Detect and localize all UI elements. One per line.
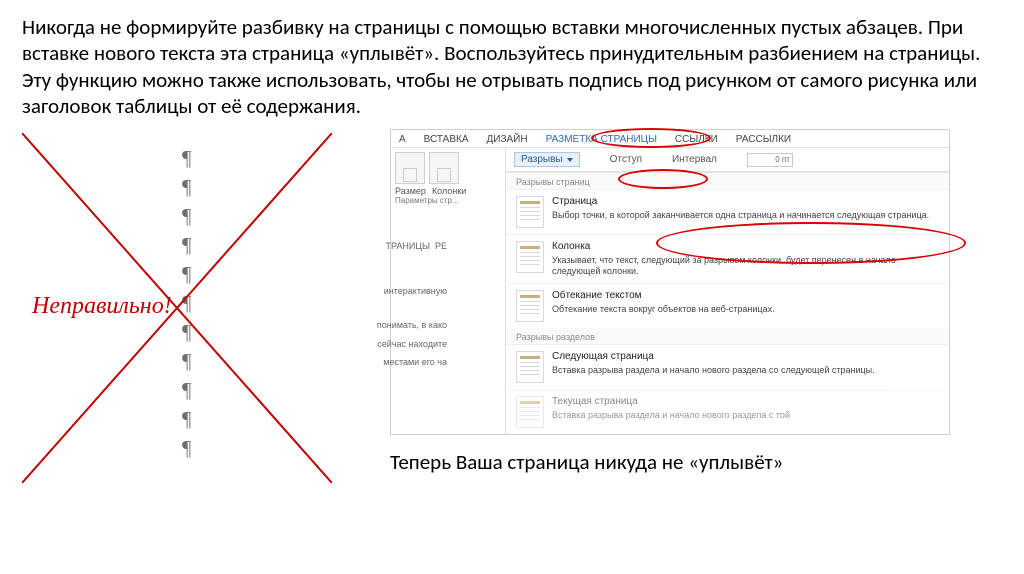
menu-item-column[interactable]: Колонка Указывает, что текст, следующий …: [506, 234, 949, 283]
caption: Теперь Ваша страница никуда не «уплывёт»: [390, 449, 970, 475]
tab-references[interactable]: ССЫЛКИ: [673, 134, 720, 145]
breaks-menu: Разрывы страниц Страница Выбор точки, в …: [506, 172, 949, 434]
spacing-stepper[interactable]: 0 пт: [747, 153, 793, 167]
main-paragraph: Никогда не формируйте разбивку на страни…: [22, 14, 982, 119]
ribbon-tabs: А ВСТАВКА ДИЗАЙН РАЗМЕТКА СТРАНИЦЫ ССЫЛК…: [391, 130, 949, 148]
pilcrow-icon: ¶: [182, 375, 192, 404]
menu-item-next-page[interactable]: Следующая страница Вставка разрыва разде…: [506, 344, 949, 389]
pilcrow-icon: ¶: [182, 143, 192, 172]
tab-mailings[interactable]: РАССЫЛКИ: [734, 134, 793, 145]
page-break-icon: [516, 196, 544, 228]
tab-design[interactable]: ДИЗАЙН: [485, 134, 530, 145]
pilcrow-icon: ¶: [182, 317, 192, 346]
pilcrow-icon: ¶: [182, 433, 192, 462]
pilcrow-icon: ¶: [182, 404, 192, 433]
menu-item-title: Текущая страница: [552, 396, 790, 409]
menu-item-desc: Вставка разрыва раздела и начало нового …: [552, 410, 790, 420]
breaks-button[interactable]: Разрывы: [514, 152, 580, 167]
menu-item-page[interactable]: Страница Выбор точки, в которой заканчив…: [506, 189, 949, 234]
tab-page-layout[interactable]: РАЗМЕТКА СТРАНИЦЫ: [544, 134, 659, 145]
menu-item-title: Страница: [552, 196, 929, 209]
menu-item-current-page[interactable]: Текущая страница Вставка разрыва раздела…: [506, 389, 949, 434]
breaks-label: Разрывы: [521, 154, 563, 165]
size-button[interactable]: Размер: [395, 186, 426, 196]
menu-item-title: Обтекание текстом: [552, 290, 775, 303]
column-break-icon: [516, 241, 544, 273]
section-break-icon: [516, 396, 544, 428]
menu-item-desc: Вставка разрыва раздела и начало нового …: [552, 365, 875, 375]
pilcrow-icon: ¶: [182, 288, 192, 317]
empty-paragraph-marks: ¶ ¶ ¶ ¶ ¶ ¶ ¶ ¶ ¶ ¶ ¶: [182, 143, 192, 462]
margins-button[interactable]: [395, 152, 425, 184]
group-label: Параметры стр...: [395, 196, 501, 205]
text-wrap-icon: [516, 290, 544, 322]
columns-button[interactable]: Колонки: [432, 186, 466, 196]
menu-section-sections: Разрывы разделов: [506, 328, 949, 344]
menu-item-title: Следующая страница: [552, 351, 875, 364]
menu-item-text-wrapping[interactable]: Обтекание текстом Обтекание текста вокру…: [506, 283, 949, 328]
menu-item-desc: Указывает, что текст, следующий за разры…: [552, 255, 896, 276]
pilcrow-icon: ¶: [182, 259, 192, 288]
chevron-down-icon: [567, 158, 573, 162]
tab-insert[interactable]: ВСТАВКА: [422, 134, 471, 145]
menu-item-desc: Обтекание текста вокруг объектов на веб-…: [552, 304, 775, 314]
page-icon: [403, 168, 417, 182]
interval-label: Интервал: [672, 154, 717, 165]
tab-home[interactable]: А: [397, 134, 408, 145]
menu-item-desc: Выбор точки, в которой заканчивается одн…: [552, 210, 929, 220]
section-break-icon: [516, 351, 544, 383]
page-setup-group: Размер Колонки Параметры стр...: [391, 148, 506, 434]
pilcrow-icon: ¶: [182, 172, 192, 201]
menu-item-title: Колонка: [552, 241, 939, 254]
orientation-button[interactable]: [429, 152, 459, 184]
pilcrow-icon: ¶: [182, 201, 192, 230]
page-icon: [437, 168, 451, 182]
wrong-example: ¶ ¶ ¶ ¶ ¶ ¶ ¶ ¶ ¶ ¶ ¶ Неправильно!: [22, 133, 332, 483]
pilcrow-icon: ¶: [182, 230, 192, 259]
indent-label: Отступ: [610, 154, 642, 165]
word-screenshot: ТРАНИЦЫ РЕ интерактивную понимать, в как…: [390, 129, 950, 435]
wrong-label: Неправильно!: [32, 293, 172, 320]
menu-section-pages: Разрывы страниц: [506, 173, 949, 189]
pilcrow-icon: ¶: [182, 346, 192, 375]
